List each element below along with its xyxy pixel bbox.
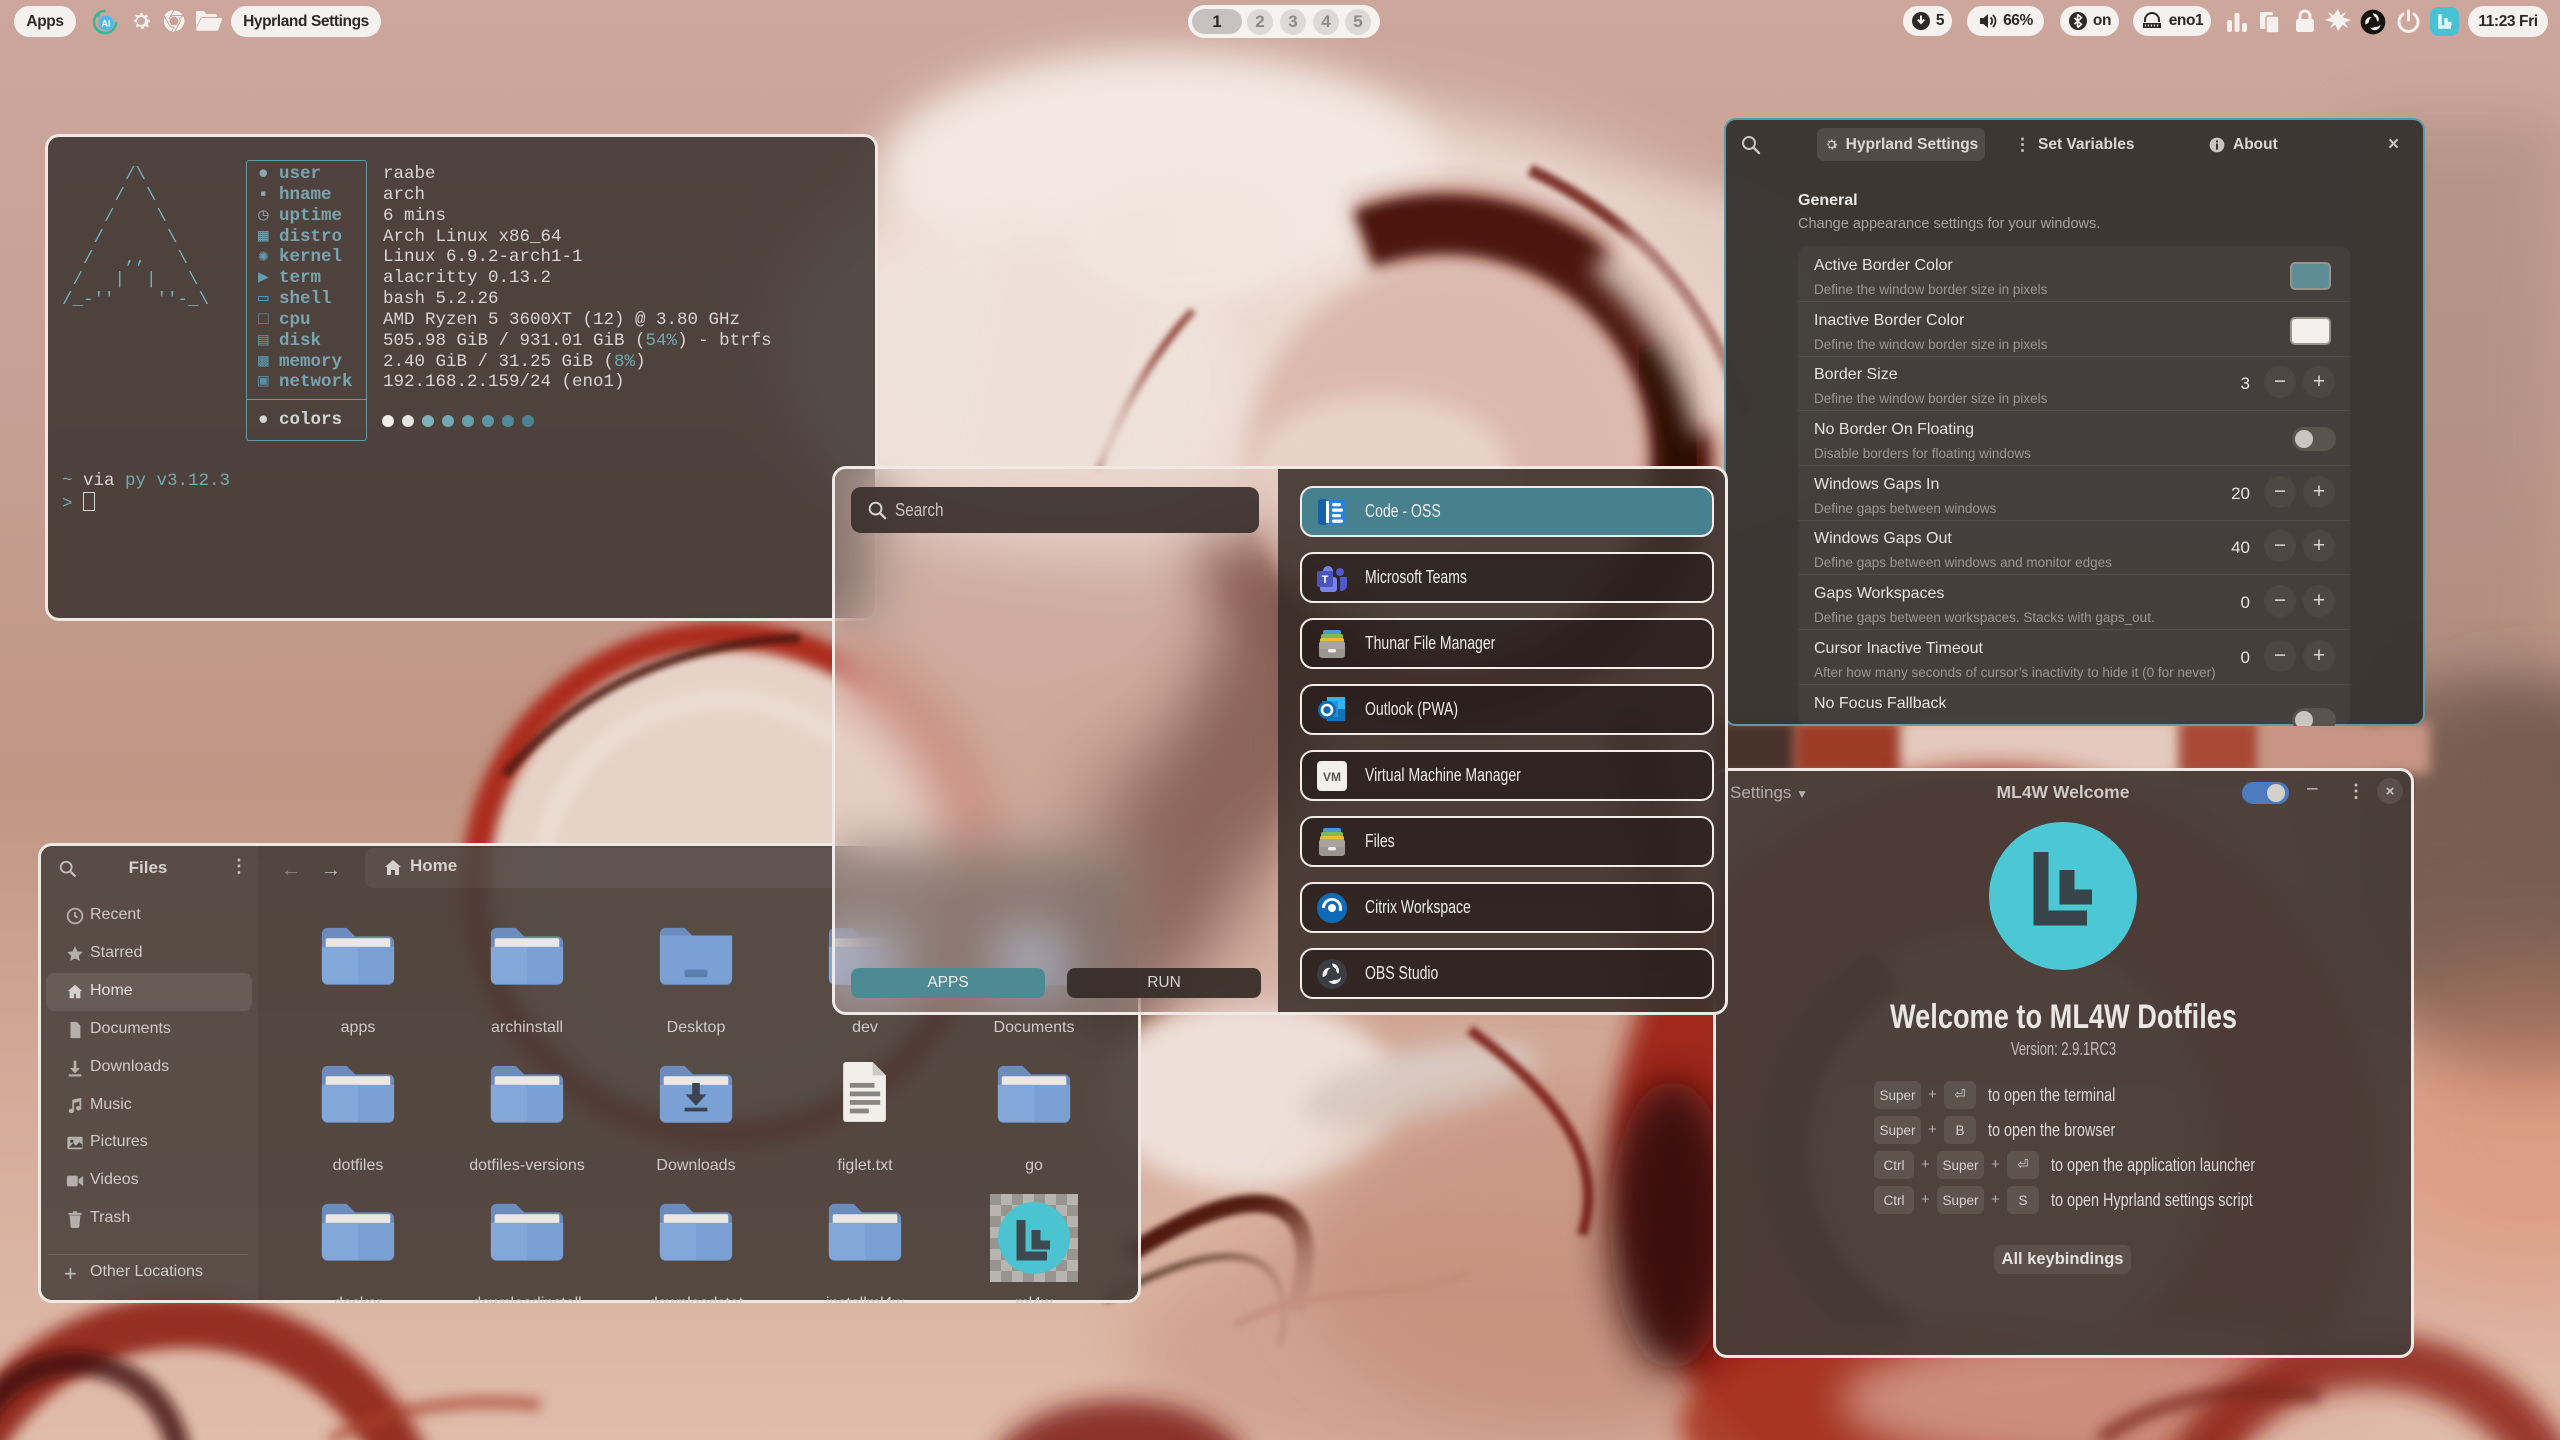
svg-text:T: T [1322,574,1329,586]
svg-text:VM: VM [1323,770,1341,784]
svg-text:AI: AI [102,19,111,29]
